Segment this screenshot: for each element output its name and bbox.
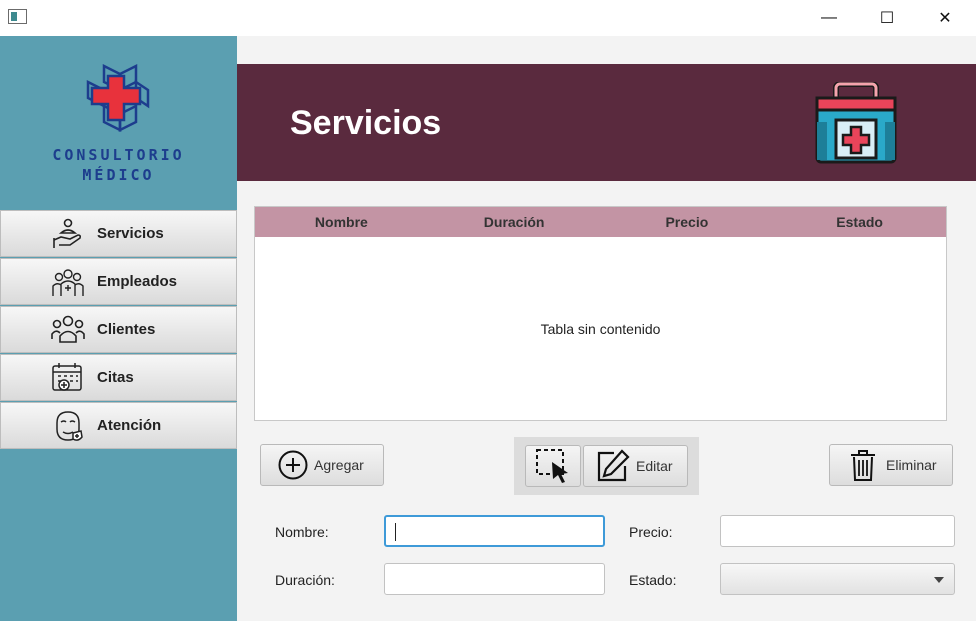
table-header: Nombre Duración Precio Estado — [255, 207, 946, 237]
brand-line-2: MÉDICO — [82, 166, 155, 184]
sidebar-item-servicios[interactable]: Servicios — [0, 210, 237, 257]
people-icon — [48, 313, 88, 347]
delete-button-label: Eliminar — [886, 457, 937, 473]
edit-pencil-icon — [597, 449, 630, 482]
column-header-nombre[interactable]: Nombre — [255, 207, 428, 237]
text-caret — [395, 523, 396, 541]
medical-cross-cube-icon — [86, 64, 150, 133]
staff-group-icon — [48, 265, 88, 299]
app-icon — [8, 9, 27, 24]
sidebar-item-label: Citas — [97, 369, 134, 386]
selection-cursor-icon — [536, 449, 568, 483]
estado-select[interactable] — [720, 563, 955, 595]
select-tool-button[interactable] — [525, 445, 581, 487]
nombre-label: Nombre: — [275, 524, 329, 540]
sidebar: CONSULTORIO MÉDICO Servicios Empleados C… — [0, 36, 237, 621]
services-table[interactable]: Nombre Duración Precio Estado Tabla sin … — [254, 206, 947, 421]
page-title: Servicios — [290, 104, 442, 142]
nombre-field[interactable] — [384, 515, 605, 547]
edit-button[interactable]: Editar — [583, 445, 688, 487]
duracion-label: Duración: — [275, 572, 335, 588]
brand-line-1: CONSULTORIO — [52, 146, 185, 164]
precio-label: Precio: — [629, 524, 673, 540]
calendar-icon — [48, 361, 88, 395]
sidebar-item-citas[interactable]: Citas — [0, 354, 237, 401]
window-titlebar: — ☐ ✕ — [0, 0, 976, 36]
minimize-icon: — — [821, 9, 837, 26]
column-header-estado[interactable]: Estado — [773, 207, 946, 237]
sidebar-item-clientes[interactable]: Clientes — [0, 306, 237, 353]
maximize-icon: ☐ — [879, 10, 895, 27]
sidebar-item-empleados[interactable]: Empleados — [0, 258, 237, 305]
column-header-duracion[interactable]: Duración — [428, 207, 601, 237]
delete-button[interactable]: Eliminar — [829, 444, 953, 486]
table-empty-placeholder: Tabla sin contenido — [540, 321, 661, 337]
sidebar-item-label: Servicios — [97, 225, 164, 242]
first-aid-kit-icon — [815, 82, 897, 164]
face-shield-icon — [48, 409, 88, 443]
sidebar-item-label: Empleados — [97, 273, 178, 290]
column-header-precio[interactable]: Precio — [601, 207, 774, 237]
close-icon: ✕ — [938, 10, 952, 27]
minimize-button[interactable]: — — [800, 0, 858, 36]
precio-field[interactable] — [720, 515, 955, 547]
sidebar-item-atencion[interactable]: Atención — [0, 402, 237, 449]
plus-circle-icon — [278, 450, 308, 480]
trash-icon — [851, 450, 875, 481]
add-button[interactable]: Agregar — [260, 444, 384, 486]
hand-service-icon — [48, 217, 88, 251]
estado-label: Estado: — [629, 572, 677, 588]
page-header: Servicios — [237, 64, 976, 181]
maximize-button[interactable]: ☐ — [858, 0, 916, 36]
sidebar-item-label: Clientes — [97, 321, 156, 338]
sidebar-item-label: Atención — [97, 417, 162, 434]
add-button-label: Agregar — [314, 457, 364, 473]
chevron-down-icon — [934, 577, 944, 583]
duracion-field[interactable] — [384, 563, 605, 595]
edit-button-label: Editar — [636, 458, 673, 474]
close-button[interactable]: ✕ — [916, 0, 974, 36]
